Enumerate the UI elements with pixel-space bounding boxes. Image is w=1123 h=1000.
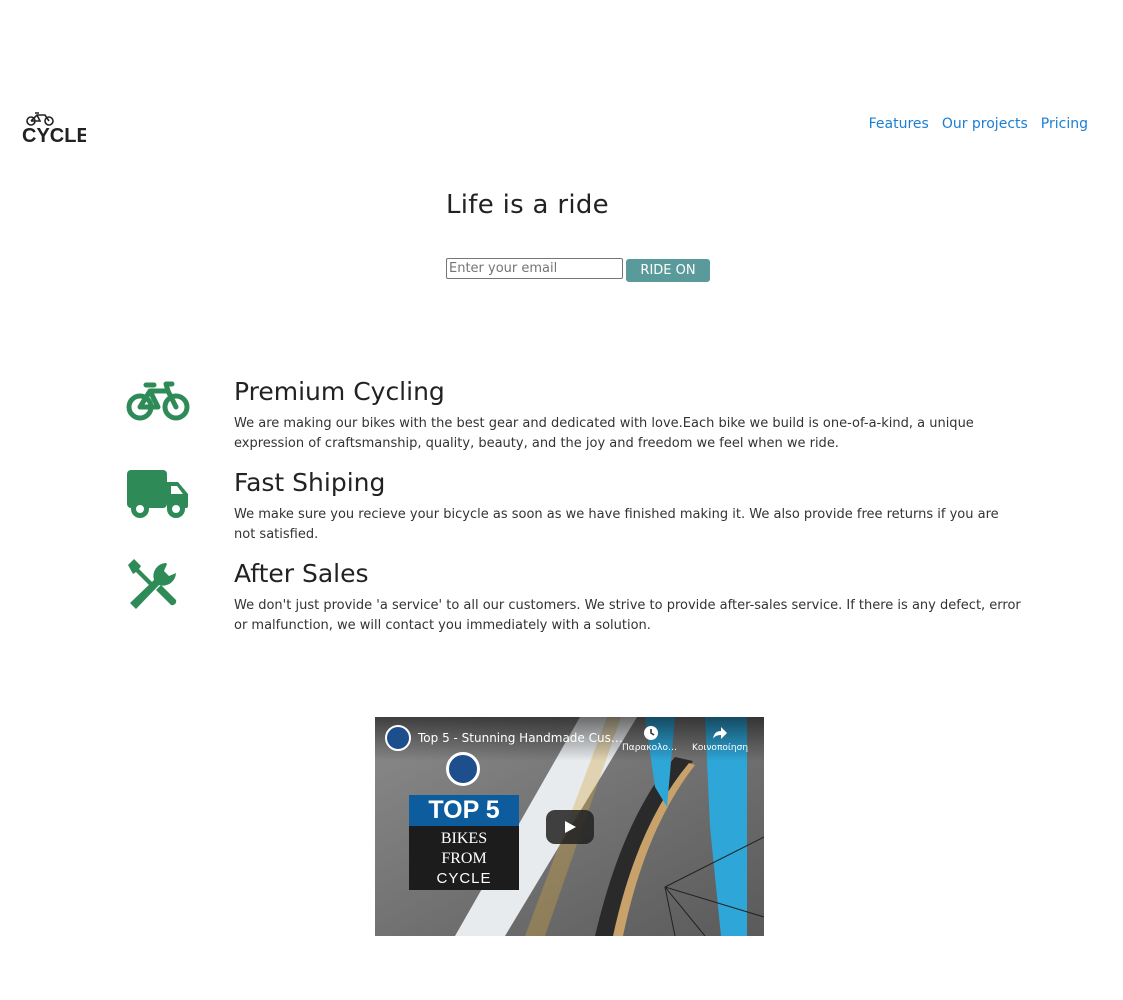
ride-on-button[interactable]: RIDE ON — [626, 259, 710, 282]
clock-icon — [644, 726, 658, 740]
hero-title: Life is a ride — [446, 190, 609, 220]
email-input[interactable] — [446, 258, 623, 279]
share-label: Κοινοποίηση — [691, 743, 749, 753]
tools-icon — [126, 559, 190, 611]
feature-title: Fast Shiping — [234, 468, 386, 497]
nav-link-pricing[interactable]: Pricing — [1041, 116, 1088, 132]
promo-line: FROM — [441, 850, 487, 867]
promo-headline: TOP 5 — [409, 795, 519, 826]
feature-text: We don't just provide 'a service' to all… — [234, 598, 1021, 633]
bicycle-icon — [126, 377, 190, 429]
feature-text: We make sure you recieve your bicycle as… — [234, 507, 999, 542]
cycle-logo[interactable]: CYCLE — [22, 112, 90, 147]
truck-icon — [126, 468, 190, 520]
promo-line: BIKES — [440, 830, 488, 847]
promo-subtitle: BIKES FROM CYCLE — [409, 826, 519, 890]
feature-text: We are making our bikes with the best ge… — [234, 416, 974, 451]
share-icon — [713, 727, 727, 739]
nav-link-our-projects[interactable]: Our projects — [942, 116, 1028, 132]
video-embed[interactable]: Top 5 - Stunning Handmade Custom Bikes f… — [375, 717, 764, 936]
play-icon — [565, 821, 576, 833]
promo-brand: CYCLE — [436, 870, 492, 887]
watch-later-label: Παρακολούθηση αργότερα — [622, 743, 680, 753]
nav-link-features[interactable]: Features — [869, 116, 929, 132]
video-title[interactable]: Top 5 - Stunning Handmade Custom Bikes f… — [418, 731, 623, 745]
top-nav: Features Our projects Pricing — [869, 116, 1088, 132]
feature-title: Premium Cycling — [234, 377, 445, 406]
brand-badge-icon — [446, 752, 480, 786]
feature-title: After Sales — [234, 559, 369, 588]
logo-text: CYCLE — [22, 125, 86, 146]
watch-later-button[interactable]: Παρακολούθηση αργότερα — [622, 725, 680, 753]
share-button[interactable]: Κοινοποίηση — [691, 725, 749, 753]
channel-avatar[interactable] — [385, 725, 411, 751]
play-button[interactable] — [546, 810, 594, 844]
landing-page: CYCLE Features Our projects Pricing Life… — [0, 0, 1123, 1000]
